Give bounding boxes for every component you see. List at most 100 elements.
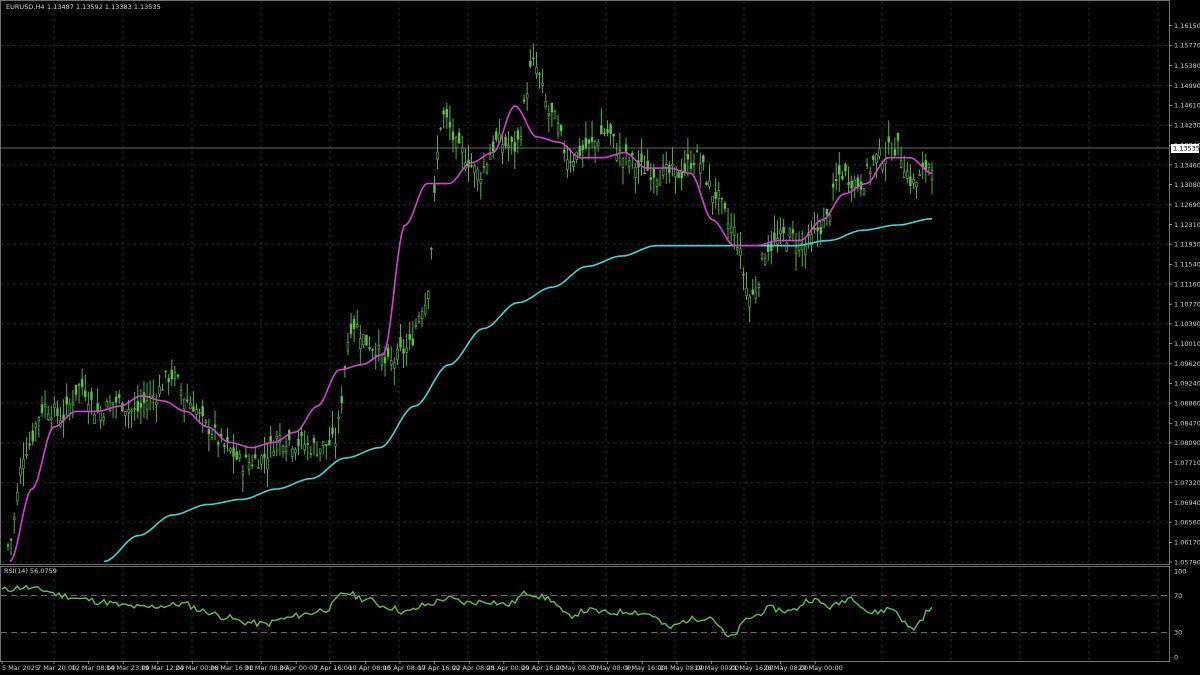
candle-body: [739, 248, 742, 256]
trading-chart[interactable]: EURUSD,H4 1.13487 1.13592 1.13383 1.1353…: [0, 0, 1200, 675]
price-tick-label: 1.10010: [1174, 340, 1200, 348]
candle-body: [322, 441, 325, 446]
candle-body: [748, 296, 751, 308]
candle-body: [652, 167, 656, 178]
candle-body: [612, 133, 615, 137]
candle-body: [726, 223, 730, 230]
price-tick-label: 1.08470: [1174, 420, 1200, 428]
candle-body: [510, 137, 513, 142]
candle-body: [380, 354, 384, 366]
candle-body: [223, 444, 226, 447]
candle-body: [405, 347, 408, 353]
candle-body: [597, 142, 600, 147]
candle-body: [272, 450, 275, 456]
candle-body: [822, 220, 826, 228]
rsi-tick-label: 30: [1174, 629, 1182, 637]
candle-body: [847, 182, 850, 185]
price-tick-label: 1.16150: [1174, 22, 1200, 30]
time-tick-label: 29 May 00:00: [798, 664, 843, 672]
candle-body: [232, 447, 235, 457]
candle-body: [102, 416, 105, 421]
candle-body: [148, 393, 152, 397]
candle-body: [819, 227, 822, 234]
candle-body: [244, 454, 248, 458]
candle-body: [433, 182, 436, 193]
price-tick-label: 1.11540: [1174, 261, 1200, 269]
candle-body: [924, 160, 928, 171]
candle-body: [816, 227, 819, 231]
candle-body: [473, 165, 476, 174]
price-tick-label: 1.05790: [1174, 558, 1200, 566]
candle-body: [389, 360, 393, 366]
candle-body: [402, 348, 405, 354]
price-tick-label: 1.14230: [1174, 121, 1200, 129]
candle-body: [210, 434, 214, 438]
candle-body: [896, 132, 900, 141]
candle-body: [529, 61, 532, 67]
candle-body: [902, 171, 906, 179]
candle-body: [250, 464, 254, 467]
candle-body: [318, 448, 322, 454]
candle-body: [80, 378, 84, 388]
candle-body: [31, 430, 34, 442]
candle-body: [368, 347, 371, 350]
candle-body: [238, 454, 241, 458]
candle-body: [649, 177, 652, 180]
candle-body: [522, 99, 526, 102]
price-tick-label: 1.11930: [1174, 240, 1200, 248]
candle-body: [631, 152, 634, 156]
candle-body: [158, 386, 161, 395]
candle-body: [427, 291, 430, 299]
candle-body: [155, 401, 158, 406]
candle-body: [133, 408, 136, 410]
candle-body: [507, 145, 510, 148]
candle-body: [213, 424, 217, 428]
price-tick-label: 1.08090: [1174, 439, 1200, 447]
candle-body: [893, 149, 897, 156]
candle-body: [751, 289, 754, 295]
time-tick-label: 7 Apr 16:00: [314, 664, 352, 672]
candle-body: [485, 164, 489, 173]
candle-body: [114, 396, 118, 403]
price-tick-label: 1.14990: [1174, 82, 1200, 90]
candle-body: [309, 453, 313, 455]
candle-body: [170, 370, 173, 380]
rsi-tick-label: 100: [1174, 567, 1186, 575]
price-tick-label: 1.12690: [1174, 201, 1200, 209]
candle-body: [717, 190, 720, 199]
price-tick-label: 1.08860: [1174, 399, 1200, 407]
candle-body: [96, 403, 99, 411]
candle-body: [145, 400, 149, 410]
candle-body: [878, 148, 881, 157]
candle-body: [356, 324, 359, 328]
candle-body: [909, 176, 912, 186]
candle-body: [482, 166, 486, 168]
candle-body: [785, 242, 788, 252]
candle-body: [683, 163, 686, 172]
candle-body: [828, 215, 832, 222]
candle-body: [825, 209, 829, 215]
candle-body: [142, 392, 146, 403]
candle-body: [590, 136, 594, 143]
candle-body: [383, 357, 387, 364]
candle-body: [600, 125, 603, 135]
rsi-title: RSI(14) 56.0759: [4, 567, 57, 575]
price-tick-label: 1.13460: [1174, 161, 1200, 169]
candle-body: [618, 149, 622, 152]
candle-body: [742, 273, 745, 276]
candle-body: [692, 162, 696, 166]
candle-body: [257, 467, 260, 469]
candle-body: [513, 142, 517, 152]
candle-body: [627, 160, 631, 167]
price-tick-label: 1.13080: [1174, 181, 1200, 189]
candle-body: [559, 125, 563, 132]
time-tick-label: 3 Apr 00:00: [279, 664, 317, 672]
candle-body: [671, 164, 674, 167]
candle-body: [519, 136, 523, 141]
candle-body: [553, 111, 557, 119]
candle-body: [306, 442, 309, 445]
candle-body: [118, 394, 121, 398]
candle-body: [179, 390, 183, 396]
candle-body: [362, 334, 365, 345]
candle-body: [535, 66, 538, 75]
